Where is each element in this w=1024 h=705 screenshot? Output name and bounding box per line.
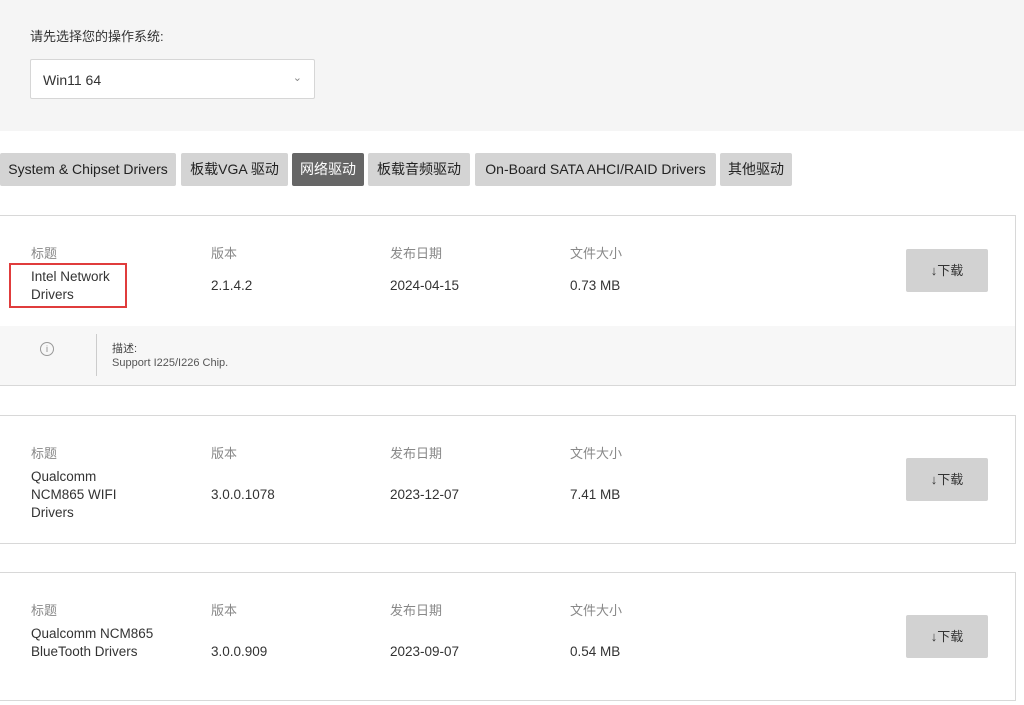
- highlight-box: [9, 263, 127, 308]
- header-size: 文件大小: [570, 246, 623, 261]
- driver-date: 2024-04-15: [390, 278, 460, 293]
- info-icon: i: [40, 342, 54, 356]
- os-select[interactable]: Win11 64 ⌄: [30, 59, 315, 99]
- header-date: 发布日期: [390, 446, 443, 461]
- driver-title: Qualcomm NCM865 WIFI Drivers: [31, 469, 117, 520]
- tab-audio[interactable]: 板载音频驱动: [368, 153, 470, 186]
- header-version: 版本: [211, 603, 238, 618]
- header-size: 文件大小: [570, 446, 623, 461]
- driver-size: 0.54 MB: [570, 644, 621, 659]
- description-label: 描述:: [112, 343, 138, 355]
- driver-card: 标题 版本 发布日期 文件大小 Intel Network Drivers 2.…: [0, 215, 1016, 386]
- tab-network[interactable]: 网络驱动: [292, 153, 364, 186]
- download-button[interactable]: ↓下载: [906, 458, 988, 501]
- os-select-value: Win11 64: [43, 72, 102, 88]
- description-text: Support I225/I226 Chip.: [112, 357, 229, 369]
- os-selector-panel: 请先选择您的操作系统: Win11 64 ⌄: [0, 0, 1024, 131]
- header-date: 发布日期: [390, 603, 443, 618]
- driver-size: 0.73 MB: [570, 278, 621, 293]
- driver-date: 2023-09-07: [390, 644, 460, 659]
- header-title: 标题: [31, 603, 58, 618]
- header-date: 发布日期: [390, 246, 443, 261]
- description-panel: i 描述: Support I225/I226 Chip.: [0, 326, 1015, 385]
- driver-date: 2023-12-07: [390, 487, 460, 502]
- download-button[interactable]: ↓下载: [906, 615, 988, 658]
- driver-size: 7.41 MB: [570, 487, 621, 502]
- header-version: 版本: [211, 446, 238, 461]
- header-version: 版本: [211, 246, 238, 261]
- driver-version: 2.1.4.2: [211, 278, 253, 293]
- driver-version: 3.0.0.909: [211, 644, 268, 659]
- divider: [96, 334, 97, 376]
- tab-sata[interactable]: On-Board SATA AHCI/RAID Drivers: [475, 153, 716, 186]
- tab-other[interactable]: 其他驱动: [720, 153, 792, 186]
- download-button[interactable]: ↓下载: [906, 249, 988, 292]
- header-title: 标题: [31, 446, 58, 461]
- driver-card: 标题 版本 发布日期 文件大小 Qualcomm NCM865 BlueToot…: [0, 572, 1016, 701]
- driver-version: 3.0.0.1078: [211, 487, 275, 502]
- chevron-down-icon: ⌄: [292, 72, 302, 84]
- driver-card: 标题 版本 发布日期 文件大小 Qualcomm NCM865 WIFI Dri…: [0, 415, 1016, 544]
- header-title: 标题: [31, 246, 58, 261]
- header-size: 文件大小: [570, 603, 623, 618]
- driver-title: Qualcomm NCM865 BlueTooth Drivers: [31, 626, 154, 659]
- tab-vga[interactable]: 板载VGA 驱动: [181, 153, 288, 186]
- os-label: 请先选择您的操作系统:: [30, 29, 164, 44]
- tab-system-chipset[interactable]: System & Chipset Drivers: [0, 153, 176, 186]
